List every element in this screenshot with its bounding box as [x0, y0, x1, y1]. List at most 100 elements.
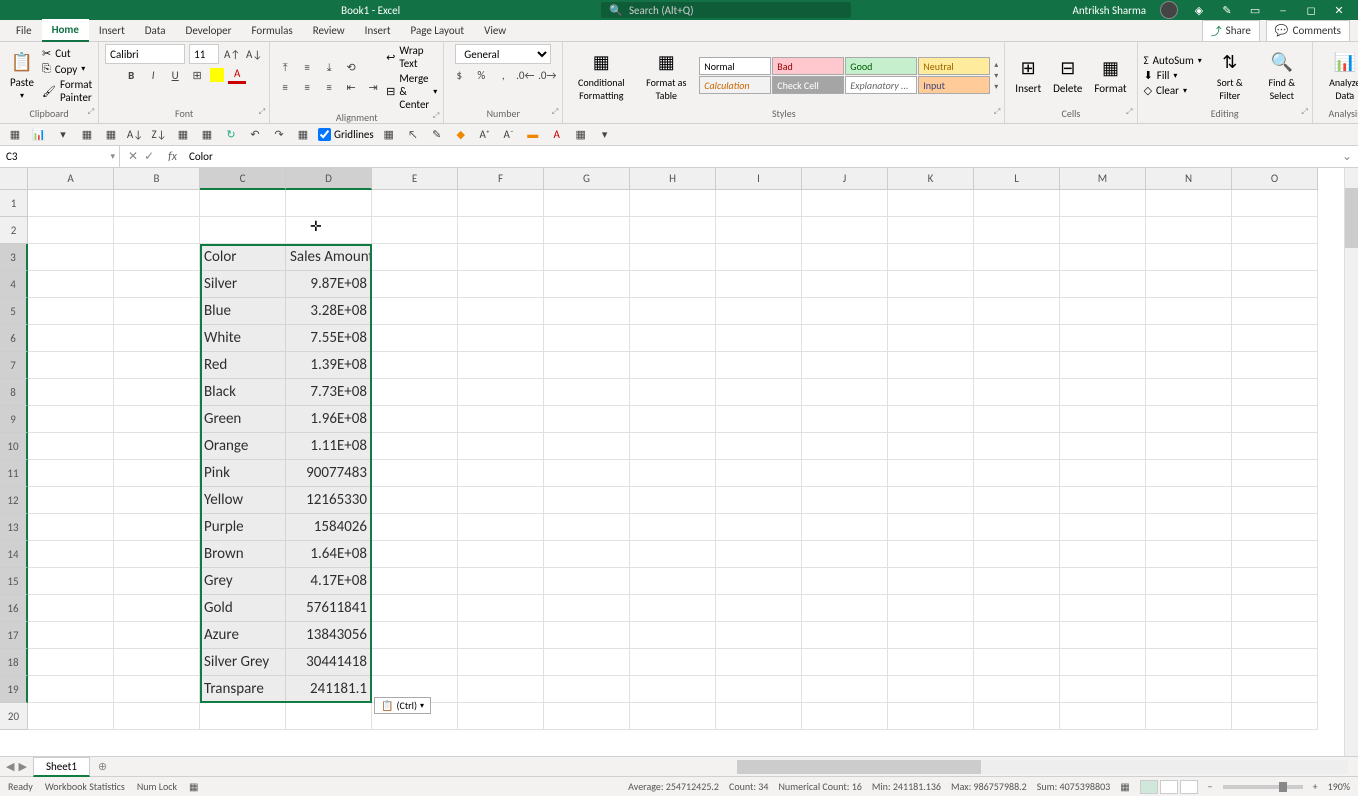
cell-E2[interactable] — [372, 217, 458, 244]
cell-F13[interactable] — [458, 514, 544, 541]
cell-H6[interactable] — [630, 325, 716, 352]
cell-C17[interactable]: Azure — [200, 622, 286, 649]
cell-K9[interactable] — [888, 406, 974, 433]
cell-E5[interactable] — [372, 298, 458, 325]
cell-O18[interactable] — [1232, 649, 1318, 676]
cell-M20[interactable] — [1060, 703, 1146, 730]
cell-I11[interactable] — [716, 460, 802, 487]
cell-L2[interactable] — [974, 217, 1060, 244]
cell-G18[interactable] — [544, 649, 630, 676]
cell-J16[interactable] — [802, 595, 888, 622]
cell-N18[interactable] — [1146, 649, 1232, 676]
cell-D8[interactable]: 7.73E+08 — [286, 379, 372, 406]
ribbon-mode-icon[interactable]: ▭ — [1248, 3, 1262, 17]
cell-O11[interactable] — [1232, 460, 1318, 487]
cell-D2[interactable] — [286, 217, 372, 244]
cell-F5[interactable] — [458, 298, 544, 325]
cell-G11[interactable] — [544, 460, 630, 487]
cell-D14[interactable]: 1.64E+08 — [286, 541, 372, 568]
align-middle-icon[interactable]: ≡ — [298, 59, 316, 77]
indent-inc-icon[interactable]: ⇥ — [364, 79, 382, 97]
tab-insert2[interactable]: Insert — [355, 20, 401, 41]
cell-L4[interactable] — [974, 271, 1060, 298]
cell-E4[interactable] — [372, 271, 458, 298]
format-painter-button[interactable]: 🖌Format Painter — [42, 78, 92, 104]
row-header-15[interactable]: 15 — [0, 568, 28, 595]
qat-cursor-icon[interactable]: ↖ — [404, 126, 422, 144]
cell-J1[interactable] — [802, 190, 888, 217]
cell-H20[interactable] — [630, 703, 716, 730]
zoom-slider[interactable] — [1223, 785, 1303, 789]
cell-N10[interactable] — [1146, 433, 1232, 460]
cell-J13[interactable] — [802, 514, 888, 541]
cell-M5[interactable] — [1060, 298, 1146, 325]
cell-D17[interactable]: 13843056 — [286, 622, 372, 649]
font-size-select[interactable] — [189, 44, 219, 64]
tab-pagelayout[interactable]: Page Layout — [401, 20, 475, 41]
style-explanatory[interactable]: Explanatory ... — [845, 76, 917, 94]
cell-E3[interactable] — [372, 244, 458, 271]
cell-A12[interactable] — [28, 487, 114, 514]
align-top-icon[interactable]: ⤒ — [276, 59, 294, 77]
row-header-17[interactable]: 17 — [0, 622, 28, 649]
row-header-16[interactable]: 16 — [0, 595, 28, 622]
cell-O5[interactable] — [1232, 298, 1318, 325]
accept-formula-icon[interactable]: ✓ — [144, 149, 154, 164]
cell-D19[interactable]: 241181.1 — [286, 676, 372, 703]
row-header-19[interactable]: 19 — [0, 676, 28, 703]
col-header-G[interactable]: G — [544, 168, 630, 190]
cell-M4[interactable] — [1060, 271, 1146, 298]
cell-J5[interactable] — [802, 298, 888, 325]
cell-B9[interactable] — [114, 406, 200, 433]
cancel-formula-icon[interactable]: ✕ — [128, 149, 138, 164]
row-header-11[interactable]: 11 — [0, 460, 28, 487]
cell-H8[interactable] — [630, 379, 716, 406]
cell-M10[interactable] — [1060, 433, 1146, 460]
cell-H15[interactable] — [630, 568, 716, 595]
cell-N4[interactable] — [1146, 271, 1232, 298]
cell-B10[interactable] — [114, 433, 200, 460]
cell-J7[interactable] — [802, 352, 888, 379]
cell-D5[interactable]: 3.28E+08 — [286, 298, 372, 325]
cell-K10[interactable] — [888, 433, 974, 460]
increase-font-icon[interactable]: A↑ — [223, 45, 241, 63]
view-pagebreak-icon[interactable] — [1180, 780, 1198, 794]
cell-O15[interactable] — [1232, 568, 1318, 595]
cell-J17[interactable] — [802, 622, 888, 649]
row-header-6[interactable]: 6 — [0, 325, 28, 352]
cell-M3[interactable] — [1060, 244, 1146, 271]
cell-J9[interactable] — [802, 406, 888, 433]
cell-A20[interactable] — [28, 703, 114, 730]
gridlines-checkbox[interactable]: Gridlines — [318, 128, 374, 141]
cell-L10[interactable] — [974, 433, 1060, 460]
cell-G4[interactable] — [544, 271, 630, 298]
cell-K5[interactable] — [888, 298, 974, 325]
cell-G3[interactable] — [544, 244, 630, 271]
cell-D12[interactable]: 12165330 — [286, 487, 372, 514]
cell-A8[interactable] — [28, 379, 114, 406]
col-header-L[interactable]: L — [974, 168, 1060, 190]
cell-O10[interactable] — [1232, 433, 1318, 460]
status-record-icon[interactable]: ▦ — [189, 780, 198, 793]
cell-F20[interactable] — [458, 703, 544, 730]
styles-scroll-down[interactable]: ▾ — [994, 71, 998, 81]
cell-K18[interactable] — [888, 649, 974, 676]
align-center-icon[interactable]: ≡ — [298, 79, 316, 97]
row-header-9[interactable]: 9 — [0, 406, 28, 433]
col-header-M[interactable]: M — [1060, 168, 1146, 190]
cell-I4[interactable] — [716, 271, 802, 298]
cell-D1[interactable] — [286, 190, 372, 217]
cell-O12[interactable] — [1232, 487, 1318, 514]
style-check-cell[interactable]: Check Cell — [772, 76, 844, 94]
cell-A7[interactable] — [28, 352, 114, 379]
cell-H1[interactable] — [630, 190, 716, 217]
diamond-icon[interactable]: ◈ — [1192, 3, 1206, 17]
new-sheet-icon[interactable]: ⊕ — [90, 760, 115, 773]
cell-G20[interactable] — [544, 703, 630, 730]
cell-D11[interactable]: 90077483 — [286, 460, 372, 487]
cell-I8[interactable] — [716, 379, 802, 406]
col-header-D[interactable]: D — [286, 168, 372, 190]
cell-A1[interactable] — [28, 190, 114, 217]
cell-M9[interactable] — [1060, 406, 1146, 433]
col-header-E[interactable]: E — [372, 168, 458, 190]
